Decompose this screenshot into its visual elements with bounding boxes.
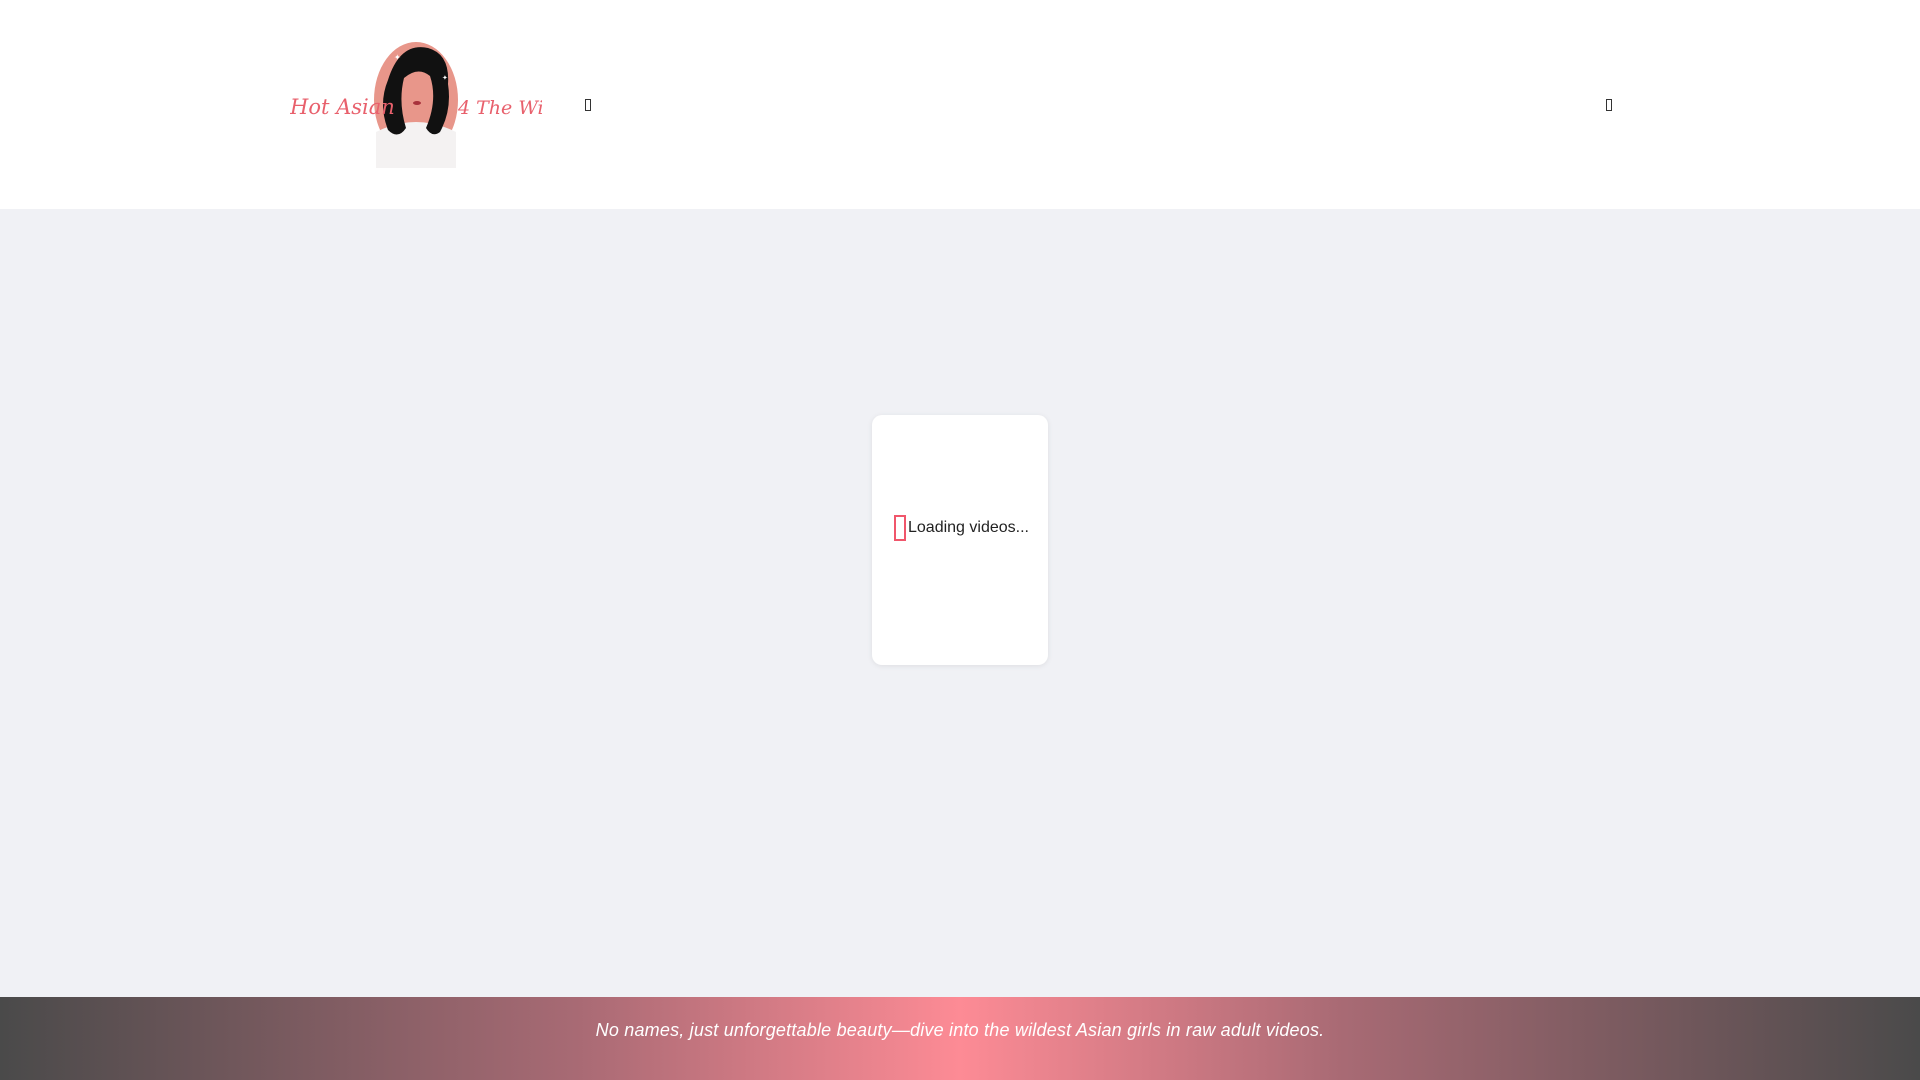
svg-text:Hot Asian: Hot Asian xyxy=(290,95,395,119)
svg-text:✦: ✦ xyxy=(442,74,448,82)
menu-icon[interactable] xyxy=(583,96,593,114)
spinner-icon xyxy=(894,515,906,541)
search-icon[interactable] xyxy=(1604,96,1614,114)
loading-indicator: Loading videos... xyxy=(894,515,1029,541)
site-header: ✦ ✦ Hot Asian 4 The Win! xyxy=(0,0,1920,209)
site-logo[interactable]: ✦ ✦ Hot Asian 4 The Win! xyxy=(289,40,563,168)
site-footer: No names, just unforgettable beauty—dive… xyxy=(0,997,1920,1080)
logo-graphic: ✦ ✦ Hot Asian 4 The Win! xyxy=(289,42,563,168)
loading-card: Loading videos... xyxy=(872,415,1048,665)
loading-text: Loading videos... xyxy=(908,519,1029,536)
footer-tagline: No names, just unforgettable beauty—dive… xyxy=(595,1020,1325,1040)
search-icon-glyph xyxy=(1606,99,1612,111)
menu-icon-glyph xyxy=(585,99,591,111)
svg-text:4 The Win!: 4 The Win! xyxy=(457,97,542,119)
svg-text:✦: ✦ xyxy=(394,53,401,62)
